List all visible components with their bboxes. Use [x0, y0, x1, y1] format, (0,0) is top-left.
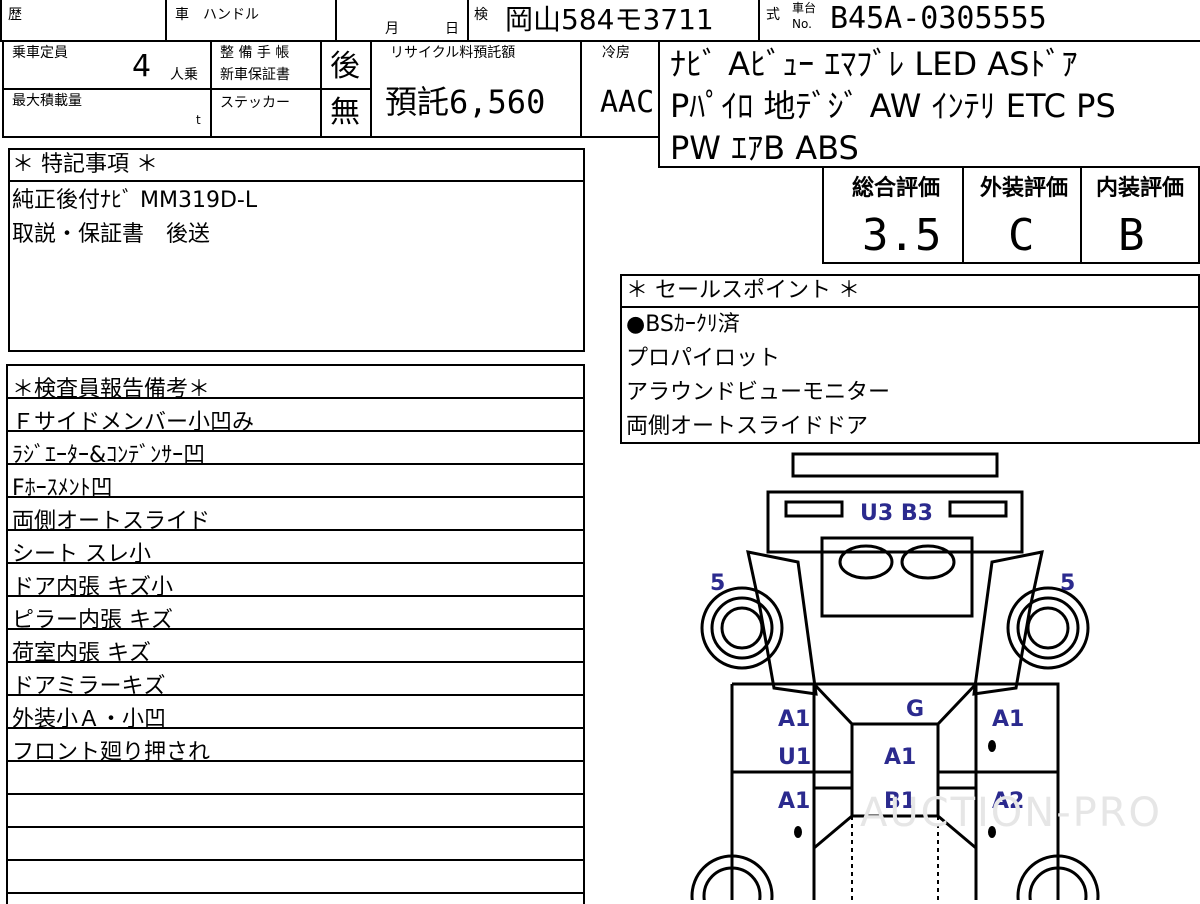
exterior-score-value: C: [1008, 210, 1035, 261]
rear-panel-window: [784, 500, 844, 518]
load-unit: t: [196, 113, 201, 127]
exterior-score-label: 外装評価: [980, 176, 1069, 201]
mark-left-front-2: U1: [778, 745, 811, 770]
special-notes-title: ＊ 特記事項 ＊: [12, 152, 158, 177]
inspector-line: ピラー内張 キズ: [8, 597, 585, 633]
inspector-title-row: ＊検査員報告備考＊: [8, 366, 585, 402]
chassis-number: B45A-0305555: [830, 1, 1047, 36]
special-notes-line: 純正後付ﾅﾋﾞ MM319D-L: [12, 188, 258, 213]
sales-point-line: アラウンドビューモニター: [626, 380, 891, 405]
inspector-line: ドアミラーキズ: [8, 663, 585, 699]
mark-roof: G: [906, 697, 924, 722]
score-divider: [962, 168, 964, 264]
sticker-value: 無: [330, 95, 360, 130]
history-label: 歴: [8, 7, 22, 23]
roof-lines: [814, 770, 976, 790]
interior-score-value: B: [1118, 210, 1145, 261]
load-label: 最大積載量: [12, 93, 82, 109]
mark-right-top: 5: [1060, 571, 1075, 596]
inspection-label: 検: [474, 7, 488, 23]
spec-divider: [2, 42, 4, 138]
watermark: AUCTION-PRO: [860, 790, 1163, 836]
inspector-line: フロント廻り押され: [8, 729, 585, 765]
sales-points-divider: [620, 306, 1200, 308]
inspector-line: Ｆサイドメンバー小凹み: [8, 399, 585, 435]
right-rear-wheel: [1006, 586, 1090, 670]
left-rear-wheel: [700, 586, 784, 670]
mark-left-top: 5: [710, 571, 725, 596]
mark-right-front: A1: [992, 707, 1024, 732]
spec-divider: [370, 42, 372, 138]
inspector-line: [8, 828, 585, 861]
score-divider: [1080, 168, 1082, 264]
aircon-value: AAC: [600, 85, 655, 120]
spec-divider: [580, 42, 582, 138]
inspector-line: 荷室内張 キズ: [8, 630, 585, 666]
inspector-line: Fﾎｰｽﾒﾝﾄ凹: [8, 465, 585, 501]
maintenance-label: 整 備 手 帳: [220, 45, 290, 61]
chassis-label-2: No.: [792, 17, 812, 31]
inspector-line: 外装小Ａ・小凹: [8, 696, 585, 732]
inspector-line: [8, 762, 585, 795]
sales-point-line: 両側オートスライドドア: [626, 414, 869, 439]
sales-point-line: プロパイロット: [626, 346, 781, 371]
rear-bumper: [791, 452, 999, 478]
inspector-line: ﾗｼﾞｴｰﾀｰ&ｺﾝﾃﾞﾝｻｰ凹: [8, 432, 585, 468]
header-divider: [335, 0, 337, 42]
special-notes-line: 取説・保証書 後送: [12, 222, 211, 247]
inspector-line: 両側オートスライド: [8, 498, 585, 534]
aircon-label: 冷房: [602, 45, 630, 61]
equipment-line: ﾅﾋﾞ Aﾋﾞｭｰ ｴﾏﾌﾞﾚ LED ASﾄﾞｱ: [670, 45, 1078, 83]
inspector-line: シート スレ小: [8, 531, 585, 567]
equipment-line: Pﾊﾟｲﾛ 地ﾃﾞｼﾞ AW ｲﾝﾃﾘ ETC PS: [670, 87, 1116, 125]
spec-hline: [2, 88, 370, 90]
maintenance-value: 後: [330, 49, 360, 84]
warranty-label: 新車保証書: [220, 67, 290, 83]
mark-left-rear: A1: [778, 789, 810, 814]
mirror-dot: [794, 826, 802, 838]
handle-label: ハンドル: [203, 7, 259, 23]
spec-divider: [210, 42, 212, 138]
spec-divider: [320, 42, 322, 138]
mark-rear-center: U3 B3: [860, 501, 933, 526]
month-label: 月: [385, 21, 399, 37]
rear-panel-window: [948, 500, 1008, 518]
car-label: 車: [175, 7, 189, 23]
inspector-line: ドア内張 キズ小: [8, 564, 585, 600]
overall-score-label: 総合評価: [852, 176, 941, 201]
day-label: 日: [445, 21, 459, 37]
recycle-value: 預託6,560: [385, 83, 546, 121]
chassis-label-1: 車台: [792, 1, 817, 15]
rear-window: [820, 536, 974, 618]
header-divider: [467, 0, 469, 42]
spec-bottom: [2, 136, 660, 138]
interior-score-label: 内装評価: [1096, 176, 1185, 201]
special-notes-divider: [8, 180, 585, 182]
type-label: 式: [766, 7, 780, 23]
capacity-unit: 人乗: [170, 67, 198, 83]
inspector-line: [8, 861, 585, 894]
inspector-line: [8, 795, 585, 828]
header-divider: [165, 0, 167, 42]
header-divider: [758, 0, 760, 42]
roof-outline: [812, 682, 978, 726]
equipment-line: PW ｴｱB ABS: [670, 129, 859, 167]
sales-point-line: ●BSｶｰｸﾘ済: [626, 312, 740, 337]
capacity-value: 4: [132, 49, 152, 84]
header-divider: [0, 0, 2, 42]
sticker-label: ステッカー: [220, 95, 290, 111]
capacity-label: 乗車定員: [12, 45, 68, 61]
sales-points-title: ＊ セールスポイント ＊: [626, 278, 860, 303]
mark-center-1: A1: [884, 745, 916, 770]
special-notes-box: [8, 148, 585, 352]
mark-left-front-1: A1: [778, 707, 810, 732]
recycle-label: リサイクル料預託額: [390, 45, 516, 61]
mirror-dot: [988, 740, 996, 752]
overall-score-value: 3.5: [862, 210, 942, 261]
plate-number: 岡山584モ3711: [505, 3, 714, 36]
